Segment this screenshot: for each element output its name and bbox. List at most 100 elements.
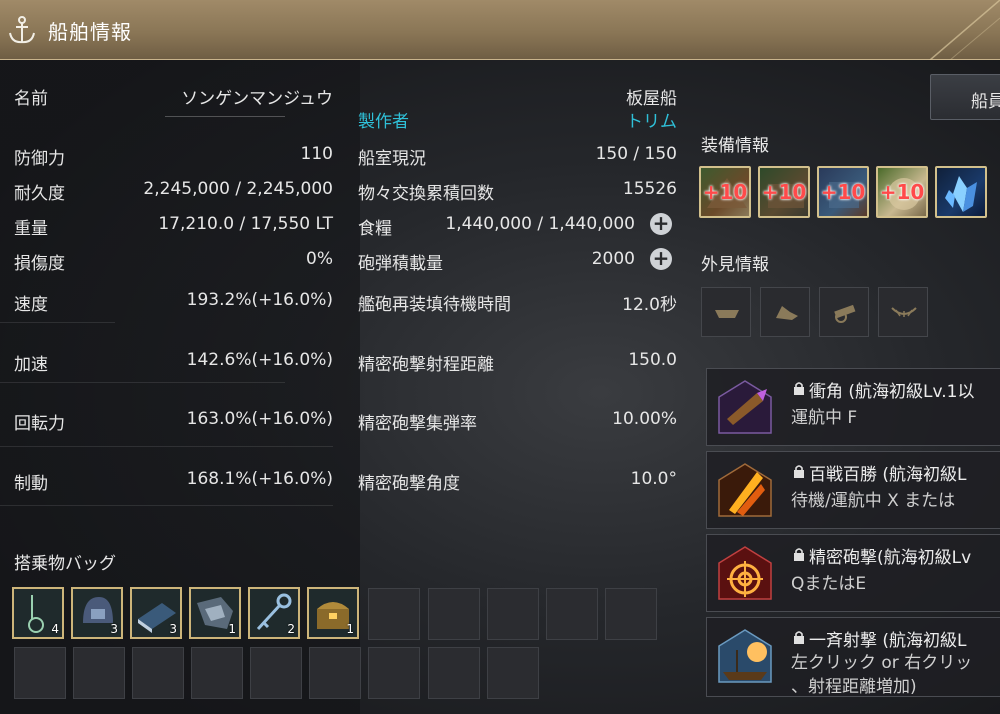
appearance-title: 外見情報 (701, 255, 769, 275)
bag-slot-empty[interactable] (487, 647, 539, 699)
bag-slot-empty[interactable] (191, 647, 243, 699)
appearance-slot-cannon[interactable] (819, 287, 869, 337)
bag-slot-empty[interactable] (368, 588, 420, 640)
stat-value-speed: 193.2%(+16.0%) (186, 290, 333, 310)
skill-broadside[interactable]: 一斉射撃 (航海初級L 左クリック or 右クリッ 、射程距離増加) (706, 617, 1000, 697)
bag-slot[interactable]: 1 (307, 587, 359, 639)
lock-icon (794, 382, 804, 395)
bag-slot-empty[interactable] (14, 647, 66, 699)
skill-extra: 、射程距離増加) (791, 677, 917, 697)
bag-slot-empty[interactable] (368, 647, 420, 699)
cannon-deco-icon (834, 304, 856, 323)
skill-ram[interactable]: 衝角 (航海初級Lv.1以 運航中 F (706, 368, 1000, 446)
stat-label-weight: 重量 (14, 219, 48, 239)
stat-label-food: 食糧 (358, 219, 392, 239)
stat-value-acceleration: 142.6%(+16.0%) (186, 350, 333, 370)
name-underline (165, 116, 285, 117)
stat-value-range: 150.0 (628, 350, 677, 370)
equipment-slot-hull[interactable]: +10 (758, 166, 810, 218)
enhance-badge: +10 (761, 180, 807, 204)
boat-deco-icon (715, 310, 739, 318)
stat-value-durability: 2,245,000 / 2,245,000 (143, 179, 333, 199)
precision-shot-icon (718, 546, 772, 600)
victory-skill-icon (718, 463, 772, 517)
bag-slot[interactable]: 1 (189, 587, 241, 639)
appearance-slot-boat[interactable] (701, 287, 751, 337)
bag-slot-empty[interactable] (132, 647, 184, 699)
title-bar[interactable]: 船舶情報 (0, 0, 1000, 60)
bag-slot-empty[interactable] (428, 588, 480, 640)
skill-name: 精密砲撃(航海初級Lv (809, 548, 972, 568)
stat-label-cabin: 船室現況 (358, 149, 426, 169)
equipment-slot-crystal[interactable] (935, 166, 987, 218)
stat-label-damage: 損傷度 (14, 254, 65, 274)
item-count: 3 (110, 622, 118, 636)
item-count: 1 (346, 622, 354, 636)
ram-skill-icon (718, 380, 772, 434)
stat-label-reload: 艦砲再装填待機時間 (358, 295, 511, 315)
skill-keys: 待機/運航中 X または (791, 491, 956, 511)
stat-value-cabin: 150 / 150 (595, 144, 677, 164)
flag-deco-icon (776, 306, 798, 320)
equipment-slot-sail[interactable]: +10 (876, 166, 928, 218)
skill-name: 百戦百勝 (航海初級L (809, 465, 967, 485)
bag-slot-empty[interactable] (309, 647, 361, 699)
anchor-icon (9, 16, 35, 44)
stat-value-barter: 15526 (622, 179, 677, 199)
skill-victory[interactable]: 百戦百勝 (航海初級L 待機/運航中 X または (706, 451, 1000, 529)
item-count: 4 (51, 622, 59, 636)
lock-icon (794, 631, 804, 644)
bag-slot-empty[interactable] (605, 588, 657, 640)
name-label: 名前 (14, 89, 48, 109)
stat-label-turning: 回転力 (14, 414, 65, 434)
add-ammo-button[interactable]: + (650, 248, 672, 270)
stat-value-turning: 163.0%(+16.0%) (186, 409, 333, 429)
stat-value-ammo: 2000 (591, 249, 635, 269)
equipment-title: 装備情報 (701, 136, 769, 156)
broadside-icon (718, 629, 772, 683)
title-corner-deco (929, 0, 1000, 60)
skill-keys: 左クリック or 右クリッ (791, 653, 973, 673)
divider (0, 382, 285, 383)
bag-slot[interactable]: 2 (248, 587, 300, 639)
skill-keys: 運航中 F (791, 408, 858, 428)
stat-label-defense: 防御力 (14, 149, 65, 169)
divider (0, 446, 333, 447)
bag-slot-empty[interactable] (250, 647, 302, 699)
add-food-button[interactable]: + (650, 213, 672, 235)
stat-value-angle: 10.0° (630, 469, 677, 489)
stat-label-accuracy: 精密砲撃集弾率 (358, 414, 477, 434)
bag-slot-empty[interactable] (73, 647, 125, 699)
crew-button[interactable]: 船員 (930, 74, 1000, 120)
item-count: 1 (228, 622, 236, 636)
bag-slot[interactable]: 4 (12, 587, 64, 639)
skill-precision-shot[interactable]: 精密砲撃(航海初級Lv QまたはE (706, 534, 1000, 612)
window-title: 船舶情報 (48, 20, 132, 44)
equipment-slot-cannon[interactable]: +10 (817, 166, 869, 218)
equipment-slot-bow[interactable]: +10 (699, 166, 751, 218)
stat-value-food: 1,440,000 / 1,440,000 (445, 214, 635, 234)
stat-value-weight: 17,210.0 / 17,550 LT (158, 214, 333, 234)
lock-icon (794, 548, 804, 561)
enhance-badge: +10 (820, 180, 866, 204)
maker-name: トリム (626, 112, 677, 132)
stat-label-barter: 物々交換累積回数 (358, 184, 494, 204)
ship-name[interactable]: ソンゲンマンジュウ (140, 84, 333, 109)
bag-slot[interactable]: 3 (71, 587, 123, 639)
stat-label-acceleration: 加速 (14, 355, 48, 375)
divider (0, 322, 115, 323)
bag-slot-empty[interactable] (487, 588, 539, 640)
bag-title: 搭乗物バッグ (14, 554, 116, 574)
bag-slot-empty[interactable] (546, 588, 598, 640)
stat-value-reload: 12.0秒 (622, 295, 677, 315)
appearance-slot-flag[interactable] (760, 287, 810, 337)
maker-label: 製作者 (358, 112, 409, 132)
divider (0, 505, 333, 506)
bag-slot-empty[interactable] (428, 647, 480, 699)
appearance-slot-bow[interactable] (878, 287, 928, 337)
blue-crystal-icon (945, 176, 977, 212)
bag-slot[interactable]: 3 (130, 587, 182, 639)
stat-label-range: 精密砲撃射程距離 (358, 355, 494, 375)
item-count: 3 (169, 622, 177, 636)
stat-label-angle: 精密砲撃角度 (358, 474, 460, 494)
